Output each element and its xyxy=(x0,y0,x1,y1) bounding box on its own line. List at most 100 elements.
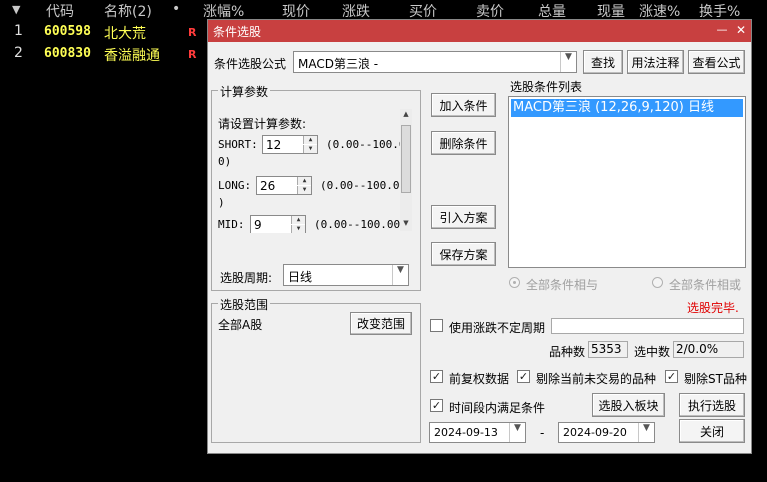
exclude-untraded-checkbox[interactable]: ✓ xyxy=(517,370,530,383)
short-label: SHORT: xyxy=(218,138,258,151)
dialog-titlebar[interactable]: 条件选股 — ✕ xyxy=(208,20,751,42)
status-text: 选股完毕. xyxy=(687,301,739,315)
close-icon[interactable]: ✕ xyxy=(732,21,750,39)
find-button[interactable]: 查找 xyxy=(583,50,623,74)
params-scrollbar[interactable]: ▲ ▼ xyxy=(400,109,412,231)
short-value: 12 xyxy=(266,138,282,152)
stock-name: 香溢融通 xyxy=(104,48,160,64)
table-row[interactable]: 2 600830 香溢融通 R xyxy=(0,43,210,65)
spin-up-icon[interactable]: ▲ xyxy=(297,177,311,185)
long-stepper[interactable]: 26 ▲ ▼ xyxy=(256,176,312,195)
condition-list[interactable]: MACD第三浪 (12,26,9,120) 日线 xyxy=(508,96,746,268)
formula-value: MACD第三浪 - xyxy=(298,57,379,71)
minimize-icon[interactable]: — xyxy=(713,21,731,39)
quote-header: ▼ 代码 名称(2) • 涨幅% 现价 涨跌 买价 卖价 总量 现量 涨速% 换… xyxy=(0,0,767,20)
period-label: 选股周期: xyxy=(220,271,273,285)
logic-or-radio[interactable] xyxy=(652,277,663,288)
save-plan-button[interactable]: 保存方案 xyxy=(431,242,496,266)
import-plan-button[interactable]: 引入方案 xyxy=(431,205,496,229)
spin-up-icon[interactable]: ▲ xyxy=(291,216,305,224)
col-turnover[interactable]: 换手% xyxy=(699,1,740,21)
formula-label: 条件选股公式 xyxy=(214,57,287,71)
dialog-title: 条件选股 xyxy=(213,25,262,39)
condition-list-label: 选股条件列表 xyxy=(510,80,583,94)
stock-name: 北大荒 xyxy=(104,26,146,42)
period-value: 日线 xyxy=(288,270,313,284)
col-code[interactable]: 代码 xyxy=(46,1,74,21)
logic-and-label: 全部条件相与 xyxy=(526,278,599,292)
exclude-untraded-label: 剔除当前未交易的品种 xyxy=(536,372,657,386)
col-change[interactable]: 涨跌 xyxy=(342,1,370,21)
mid-stepper[interactable]: 9 ▲ ▼ xyxy=(250,215,306,233)
mid-value: 9 xyxy=(254,218,262,232)
exclude-st-label: 剔除ST品种 xyxy=(684,372,747,386)
col-bid[interactable]: 买价 xyxy=(409,1,437,21)
range-group: 选股范围 全部A股 改变范围 xyxy=(211,296,421,443)
chevron-down-icon[interactable]: ▼ xyxy=(560,52,576,72)
date-to-value: 2024-09-20 xyxy=(563,426,627,439)
exclude-st-checkbox[interactable]: ✓ xyxy=(665,370,678,383)
variable-period-checkbox[interactable] xyxy=(430,319,443,332)
period-select[interactable]: 日线 ▼ xyxy=(283,264,409,286)
mid-label: MID: xyxy=(218,218,245,231)
selected-value: 2/0.0% xyxy=(673,341,744,358)
view-formula-button[interactable]: 查看公式 xyxy=(688,50,745,74)
scroll-thumb[interactable] xyxy=(401,125,411,193)
variety-count: 5353 xyxy=(588,341,628,358)
col-name[interactable]: 名称(2) xyxy=(104,1,152,21)
scroll-down-icon[interactable]: ▼ xyxy=(400,219,412,227)
col-volume[interactable]: 总量 xyxy=(538,1,566,21)
delete-condition-button[interactable]: 删除条件 xyxy=(431,131,496,155)
logic-or-label: 全部条件相或 xyxy=(669,278,742,292)
add-condition-button[interactable]: 加入条件 xyxy=(431,93,496,117)
long-value: 26 xyxy=(260,179,276,193)
add-to-block-button[interactable]: 选股入板块 xyxy=(592,393,665,417)
spin-down-icon[interactable]: ▼ xyxy=(291,225,305,233)
logic-and-radio[interactable] xyxy=(509,277,520,288)
time-range-checkbox[interactable]: ✓ xyxy=(430,399,443,412)
condition-select-dialog: 条件选股 — ✕ 条件选股公式 MACD第三浪 - ▼ 查找 用法注释 查看公式… xyxy=(207,19,752,454)
params-scroll-area: 请设置计算参数: SHORT: 12 ▲ ▼ (0.00--100.0 0) L… xyxy=(216,107,412,233)
table-row[interactable]: 1 600598 北大荒 R xyxy=(0,21,210,43)
stock-code: 600598 xyxy=(44,24,91,39)
col-price[interactable]: 现价 xyxy=(282,1,310,21)
col-speed[interactable]: 涨速% xyxy=(639,1,680,21)
stock-code: 600830 xyxy=(44,46,91,61)
date-separator: - xyxy=(540,426,545,440)
variable-period-input[interactable] xyxy=(551,318,744,334)
margin-flag: R xyxy=(188,26,197,39)
fq-data-label: 前复权数据 xyxy=(449,372,510,386)
col-current-vol[interactable]: 现量 xyxy=(597,1,625,21)
spin-up-icon[interactable]: ▲ xyxy=(303,136,317,144)
row-index: 2 xyxy=(14,45,23,61)
fq-data-checkbox[interactable]: ✓ xyxy=(430,370,443,383)
close-button[interactable]: 关闭 xyxy=(679,419,745,443)
change-range-button[interactable]: 改变范围 xyxy=(350,312,412,335)
chevron-down-icon[interactable]: ▼ xyxy=(638,423,654,442)
chevron-down-icon[interactable]: ▼ xyxy=(392,265,408,285)
margin-flag: R xyxy=(188,48,197,61)
date-from-value: 2024-09-13 xyxy=(434,426,498,439)
col-change-pct[interactable]: 涨幅% xyxy=(203,1,244,21)
chevron-down-icon[interactable]: ▼ xyxy=(509,423,525,442)
sort-down-icon[interactable]: ▼ xyxy=(12,3,20,16)
params-group: 计算参数 请设置计算参数: SHORT: 12 ▲ ▼ (0.00--100.0… xyxy=(211,83,421,291)
usage-notes-button[interactable]: 用法注释 xyxy=(627,50,684,74)
range-group-title: 选股范围 xyxy=(218,296,271,313)
long-label: LONG: xyxy=(218,179,252,192)
date-from-picker[interactable]: 2024-09-13 ▼ xyxy=(429,422,526,443)
date-to-picker[interactable]: 2024-09-20 ▼ xyxy=(558,422,655,443)
execute-select-button[interactable]: 执行选股 xyxy=(679,393,745,417)
spin-down-icon[interactable]: ▼ xyxy=(303,145,317,153)
short-stepper[interactable]: 12 ▲ ▼ xyxy=(262,135,318,154)
spin-down-icon[interactable]: ▼ xyxy=(297,186,311,194)
range-value: 全部A股 xyxy=(218,318,263,332)
scroll-up-icon[interactable]: ▲ xyxy=(400,110,412,118)
col-dot: • xyxy=(172,1,181,17)
long-range-cont: ) xyxy=(218,196,225,209)
list-item[interactable]: MACD第三浪 (12,26,9,120) 日线 xyxy=(511,99,743,117)
formula-select[interactable]: MACD第三浪 - ▼ xyxy=(293,51,577,73)
col-ask[interactable]: 卖价 xyxy=(476,1,504,21)
selected-label: 选中数 xyxy=(634,345,671,359)
params-prompt: 请设置计算参数: xyxy=(218,117,307,131)
